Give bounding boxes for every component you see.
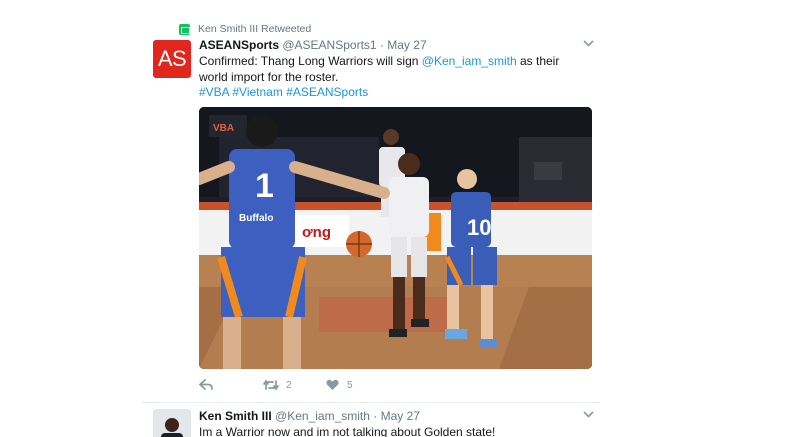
- reply-button[interactable]: [199, 379, 213, 391]
- jersey-sponsor: Buffalo: [239, 213, 273, 224]
- mention-link[interactable]: @Ken_iam_smith: [422, 54, 517, 68]
- tweet-text-start: Confirmed: Thang Long Warriors will sign: [199, 54, 422, 68]
- jersey-number-right: 10: [467, 215, 491, 240]
- svg-text:VBA: VBA: [213, 123, 234, 134]
- tweet2-text: Im a Warrior now and im not talking abou…: [199, 425, 496, 437]
- author2-name[interactable]: Ken Smith III: [199, 409, 272, 423]
- author2-handle[interactable]: @Ken_iam_smith: [275, 409, 370, 423]
- retweet-button[interactable]: 2: [263, 379, 292, 391]
- tweet-date[interactable]: May 27: [387, 38, 426, 52]
- tweet2-date[interactable]: May 27: [381, 409, 420, 423]
- author-handle[interactable]: @ASEANSports1: [282, 38, 376, 52]
- like-icon: [326, 379, 339, 390]
- jersey-number-front: 1: [255, 167, 274, 205]
- retweet-count: 2: [286, 379, 292, 391]
- avatar-text: AS: [157, 46, 187, 71]
- chevron-down-icon[interactable]: [582, 38, 594, 48]
- avatar[interactable]: AS: [153, 40, 191, 78]
- tweet-divider: [142, 402, 600, 403]
- retweet-context[interactable]: Ken Smith III Retweeted: [179, 22, 311, 36]
- author-name[interactable]: ASEANSports: [199, 38, 279, 52]
- reply-icon: [199, 379, 213, 390]
- tweet-photo[interactable]: ơng VBA 10 1 Buffalo: [199, 107, 592, 369]
- tweet-header: ASEANSports @ASEANSports1 · May 27: [199, 38, 427, 52]
- separator2: ·: [373, 409, 378, 423]
- avatar-ken-smith[interactable]: [153, 409, 191, 437]
- tweet-text: Confirmed: Thang Long Warriors will sign…: [199, 54, 579, 85]
- separator: ·: [379, 38, 384, 52]
- like-button[interactable]: 5: [326, 379, 353, 391]
- retweet-context-label: Ken Smith III Retweeted: [198, 23, 312, 35]
- retweet-icon: [179, 23, 190, 35]
- retweet-action-icon: [263, 379, 279, 391]
- chevron-down-icon-2[interactable]: [582, 409, 594, 419]
- banner-text: ơng: [302, 224, 331, 241]
- like-count: 5: [347, 379, 353, 391]
- tweet2-header: Ken Smith III @Ken_iam_smith · May 27: [199, 409, 420, 423]
- hashtag-links[interactable]: #VBA #Vietnam #ASEANSports: [199, 85, 368, 99]
